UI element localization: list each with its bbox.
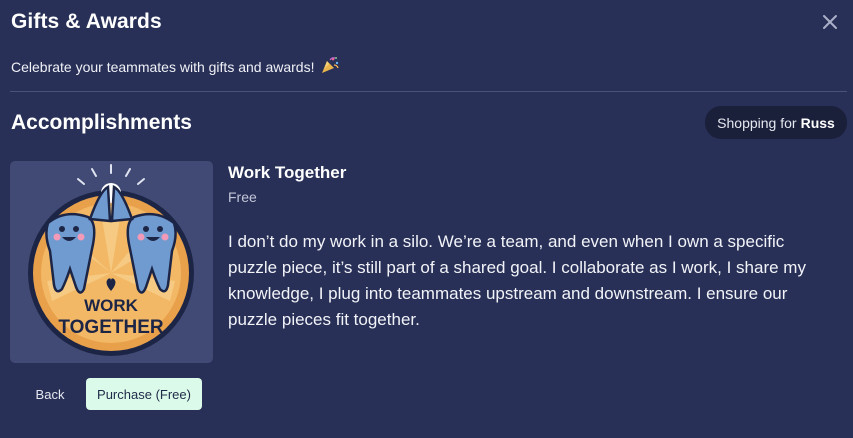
shopping-for-name: Russ [800, 114, 835, 131]
badge-text-work: WORK [84, 296, 139, 315]
shopping-for-label: Shopping for [717, 114, 797, 131]
dialog-subtitle: Celebrate your teammates with gifts and … [11, 55, 340, 78]
header-divider [10, 91, 847, 92]
close-icon[interactable] [820, 12, 840, 32]
item-description: I don’t do my work in a silo. We’re a te… [228, 232, 806, 329]
dialog-title: Gifts & Awards [11, 10, 162, 33]
award-badge-image: WORK TOGETHER [10, 161, 213, 363]
shopping-for-pill[interactable]: Shopping for Russ [705, 106, 847, 139]
item-title: Work Together [228, 163, 347, 182]
party-popper-icon [320, 55, 340, 78]
back-button[interactable]: Back [22, 378, 78, 410]
purchase-button[interactable]: Purchase (Free) [86, 378, 202, 410]
subtitle-text: Celebrate your teammates with gifts and … [11, 58, 315, 75]
badge-text-together: TOGETHER [58, 317, 163, 338]
item-price: Free [228, 189, 257, 205]
section-title: Accomplishments [11, 111, 192, 134]
